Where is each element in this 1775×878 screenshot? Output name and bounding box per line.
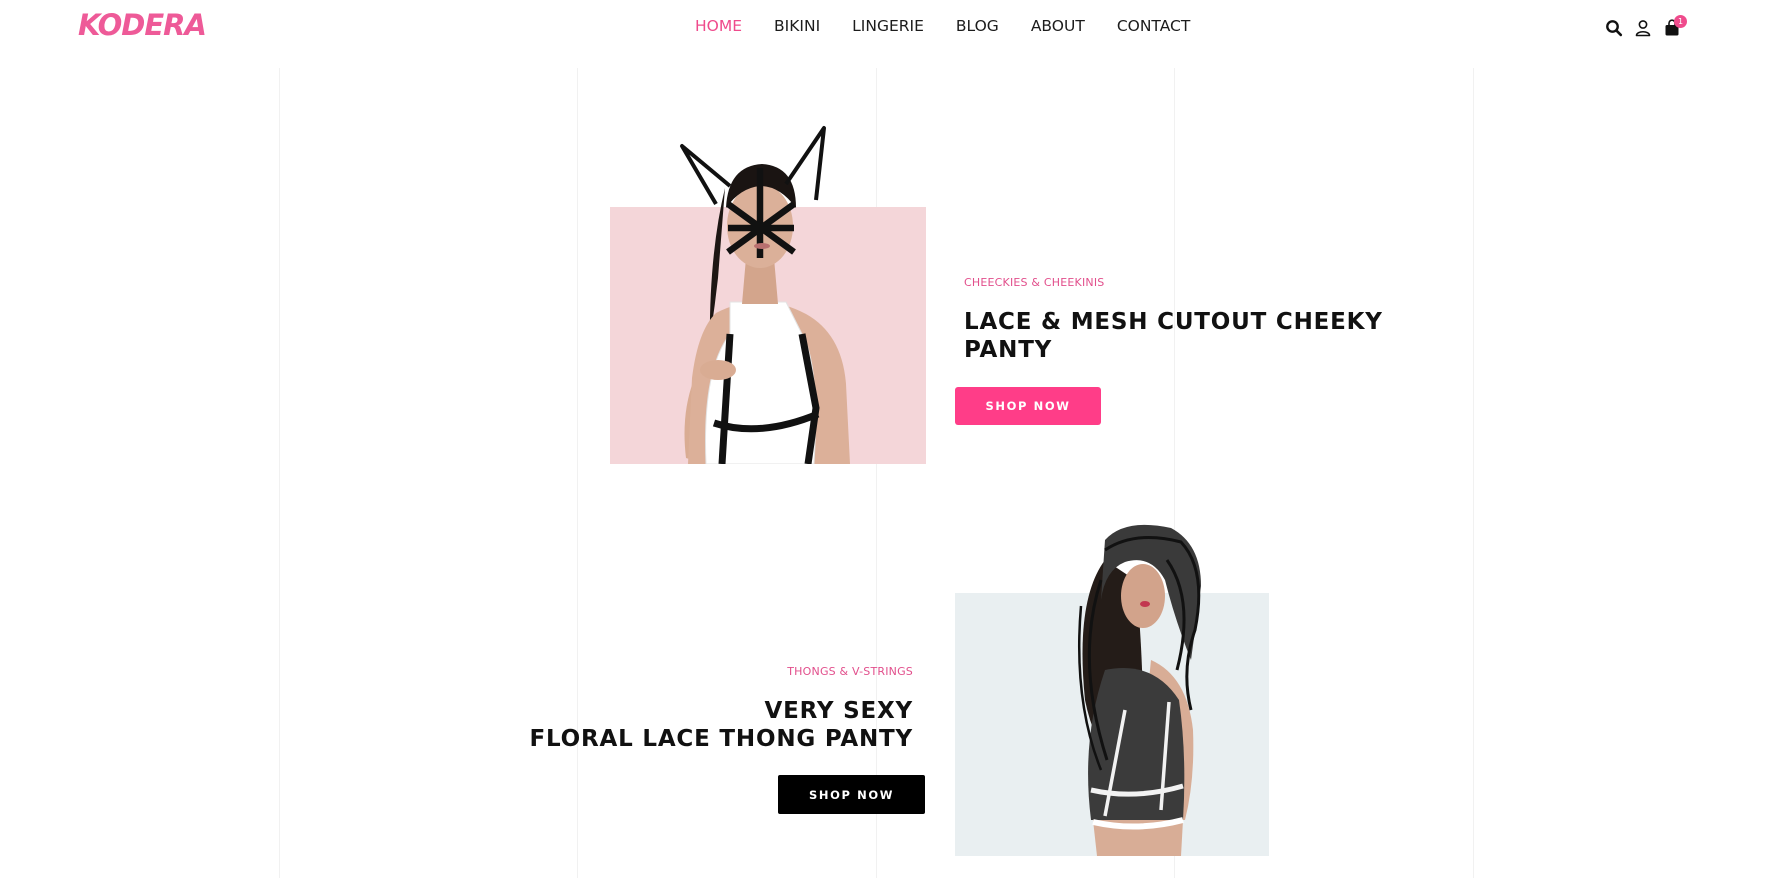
shop-now-button[interactable]: SHOP NOW (778, 775, 925, 814)
banner-category: THONGS & V-STRINGS (787, 665, 913, 678)
nav-blog[interactable]: BLOG (956, 17, 999, 35)
banner-title-line: PANTY (964, 337, 1053, 363)
banner-title-line: FLORAL LACE THONG PANTY (529, 726, 913, 752)
shopping-bag-icon[interactable]: 1 (1663, 15, 1687, 38)
header-actions: 1 (1605, 15, 1692, 38)
banner-title-line: LACE & MESH CUTOUT CHEEKY (964, 309, 1383, 335)
user-icon[interactable] (1634, 18, 1652, 38)
nav-lingerie[interactable]: LINGERIE (852, 17, 924, 35)
cart-count-badge: 1 (1674, 15, 1687, 28)
nav-contact[interactable]: CONTACT (1117, 17, 1191, 35)
banner-image-cat-mask-model[interactable] (610, 108, 926, 464)
search-icon[interactable] (1605, 18, 1623, 38)
site-logo[interactable]: KODERA (78, 8, 207, 42)
nav-about[interactable]: ABOUT (1031, 17, 1085, 35)
grid-line (577, 68, 578, 878)
grid-line (1473, 68, 1474, 878)
nav-home[interactable]: HOME (695, 17, 742, 35)
shop-now-button[interactable]: SHOP NOW (955, 387, 1101, 425)
banner-title: VERY SEXY FLORAL LACE THONG PANTY (530, 697, 914, 753)
grid-line (279, 68, 280, 878)
nav-bikini[interactable]: BIKINI (774, 17, 820, 35)
banner-title-line: VERY SEXY (764, 698, 913, 724)
main-nav: HOME BIKINI LINGERIE BLOG ABOUT CONTACT (695, 17, 1222, 35)
site-header: KODERA HOME BIKINI LINGERIE BLOG ABOUT C… (0, 0, 1775, 52)
banner-title: LACE & MESH CUTOUT CHEEKY PANTY (964, 308, 1383, 364)
banner-image-hooded-model[interactable] (955, 520, 1269, 856)
banner-category: CHEECKIES & CHEEKINIS (964, 276, 1105, 289)
